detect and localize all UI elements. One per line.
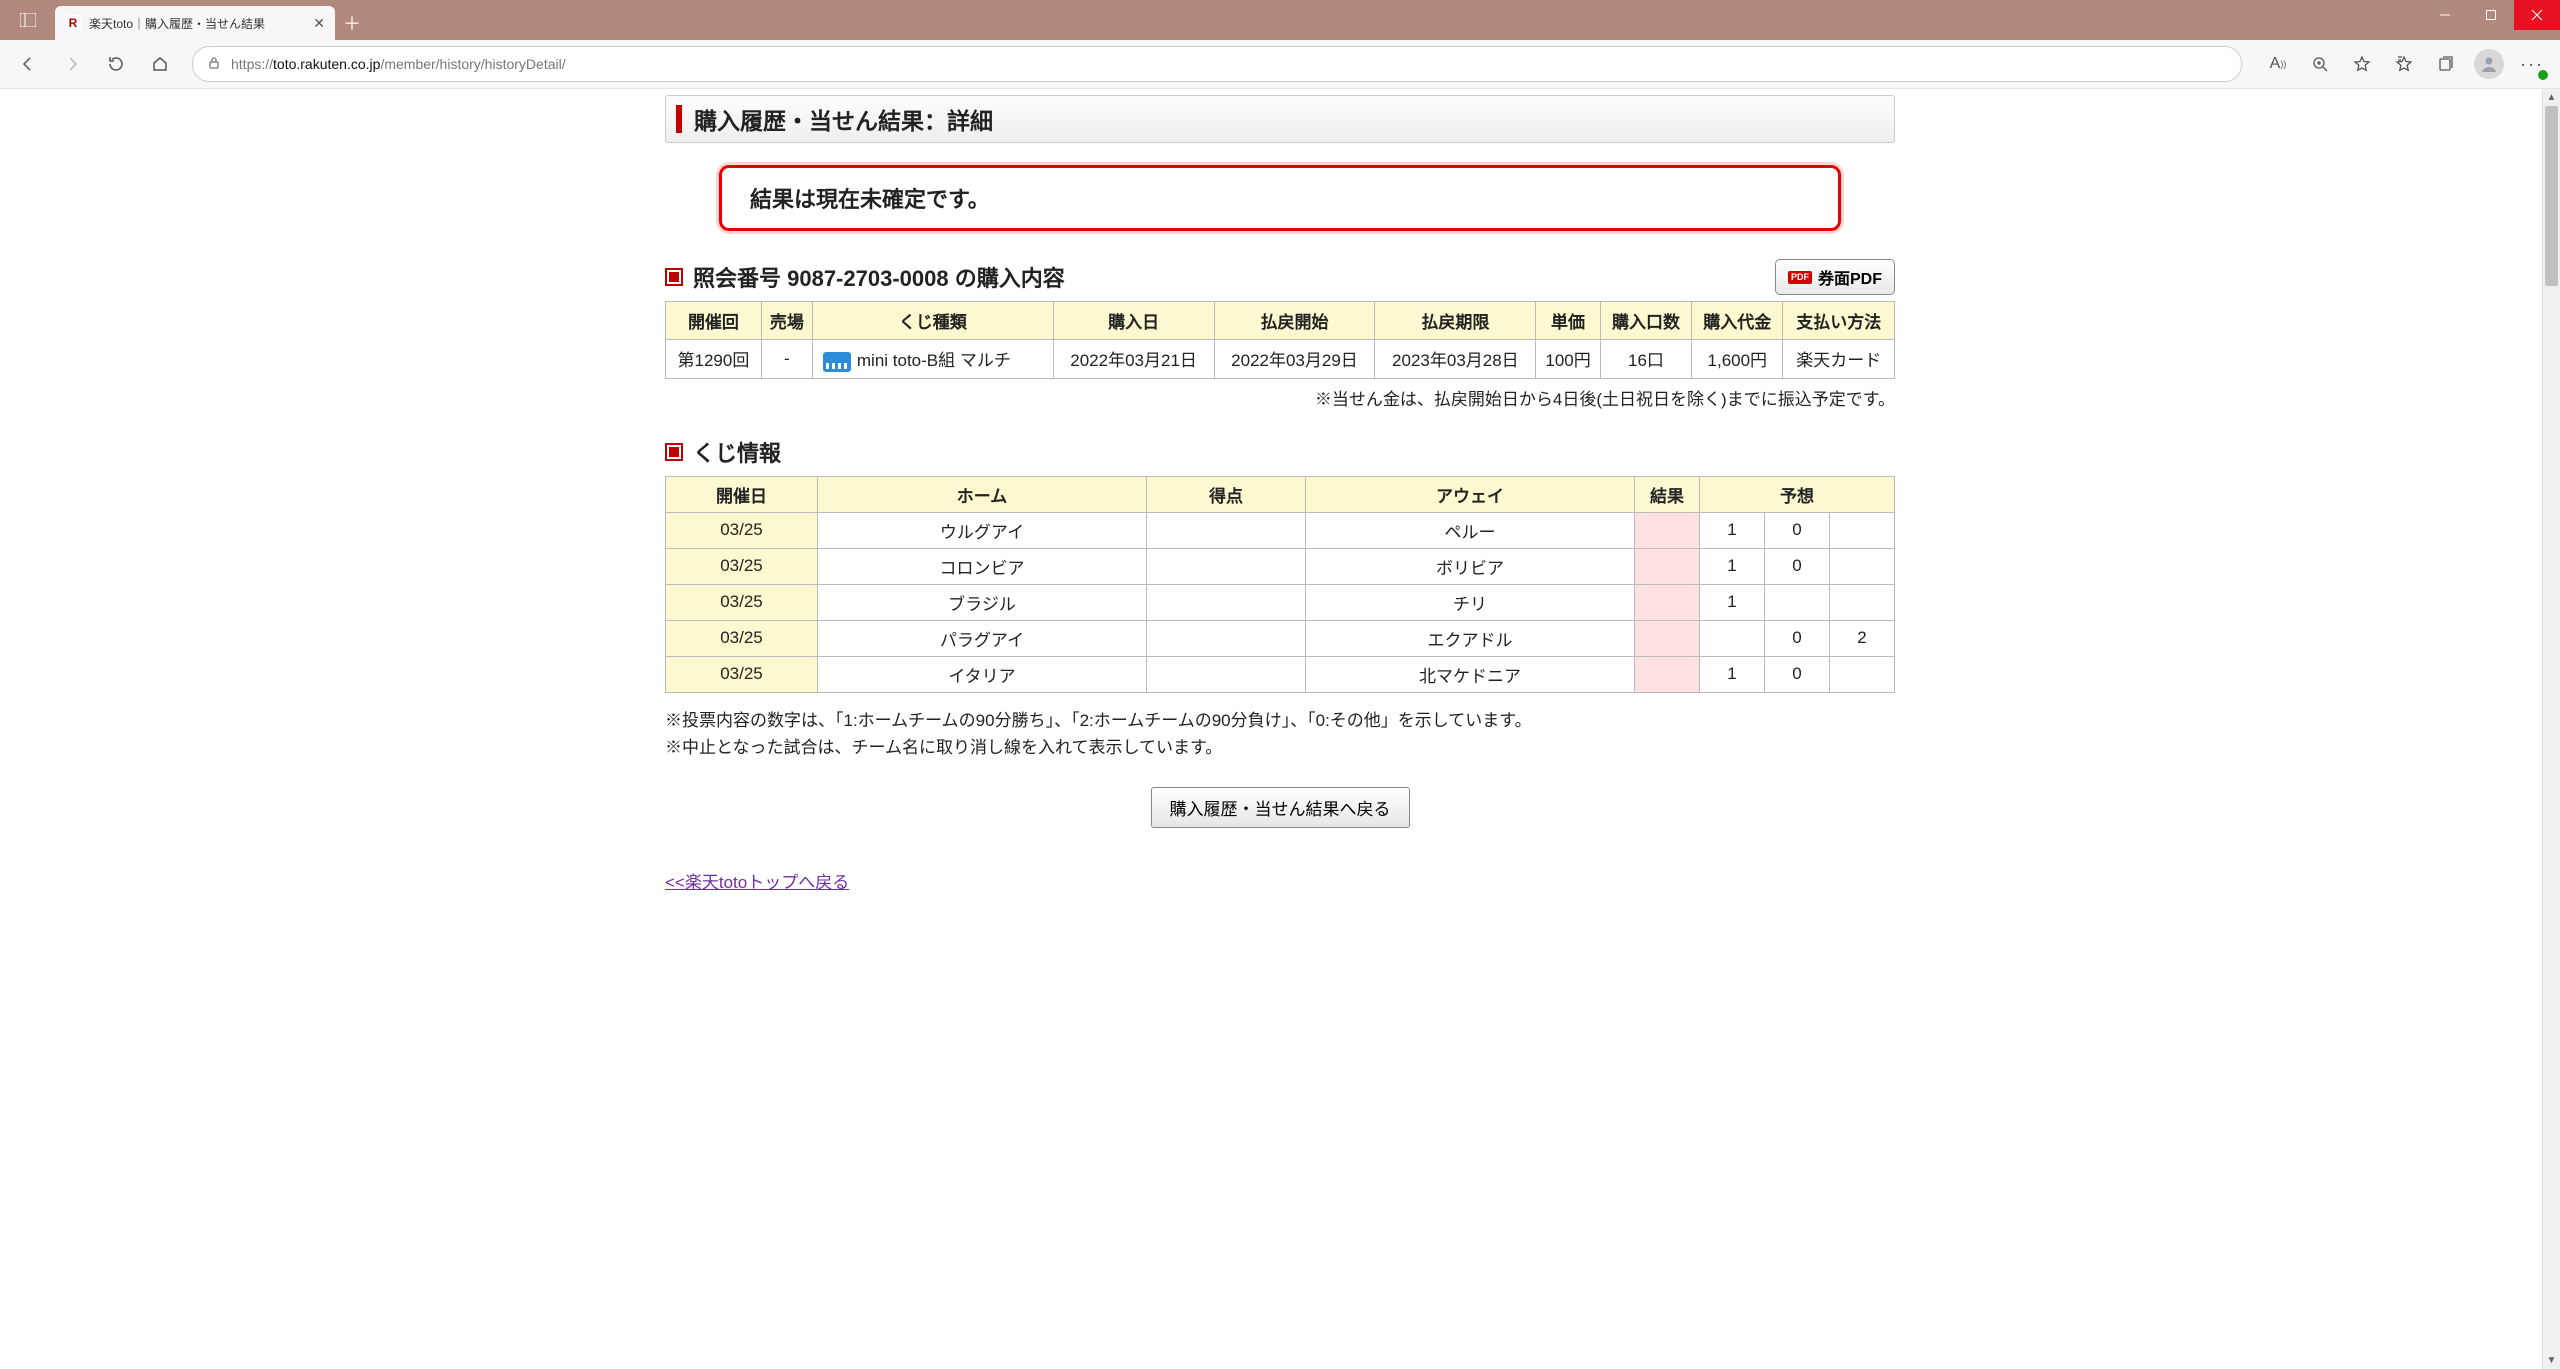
profile-button[interactable] [2474, 49, 2504, 79]
collections-button[interactable] [2426, 44, 2466, 84]
table-header: アウェイ [1306, 476, 1635, 512]
section-purchase-title: 照会番号 9087-2703-0008 の購入内容 [665, 261, 1065, 293]
page-header: 購入履歴・当せん結果：詳細 [665, 95, 1895, 143]
browser-tab[interactable]: R 楽天toto｜購入履歴・当せん結果 ✕ [55, 6, 335, 40]
square-bullet-icon [665, 443, 683, 461]
pdf-icon: PDF [1788, 271, 1812, 284]
browser-toolbar: https://toto.rakuten.co.jp/member/histor… [0, 40, 2560, 89]
mini-toto-icon [823, 352, 851, 372]
square-bullet-icon [665, 268, 683, 286]
window-minimize-button[interactable] [2422, 0, 2468, 30]
table-row: 03/25ウルグアイペルー10 [666, 512, 1895, 548]
update-indicator-icon [2537, 69, 2549, 81]
table-header: ホーム [818, 476, 1147, 512]
header-accent-bar [676, 105, 682, 133]
table-header: くじ種類 [812, 302, 1053, 340]
table-header: 支払い方法 [1783, 302, 1895, 340]
back-button[interactable] [8, 44, 48, 84]
result-notice: 結果は現在未確定です。 [719, 165, 1841, 231]
scroll-up-icon[interactable]: ▲ [2543, 89, 2560, 106]
refresh-button[interactable] [96, 44, 136, 84]
home-button[interactable] [140, 44, 180, 84]
table-header: 払戻期限 [1375, 302, 1536, 340]
ticket-pdf-button[interactable]: PDF 券面PDF [1775, 259, 1895, 295]
new-tab-button[interactable]: ＋ [335, 6, 369, 40]
tab-actions-button[interactable] [0, 0, 55, 40]
table-row: 03/25イタリア北マケドニア10 [666, 656, 1895, 692]
legend-text: ※投票内容の数字は、「1:ホームチームの90分勝ち」、「2:ホームチームの90分… [665, 707, 1895, 761]
zoom-button[interactable] [2300, 44, 2340, 84]
payout-note: ※当せん金は、払戻開始日から4日後(土日祝日を除く)までに振込予定です。 [665, 385, 1895, 410]
window-close-button[interactable] [2514, 0, 2560, 30]
back-history-button[interactable]: 購入履歴・当せん結果へ戻る [1151, 787, 1410, 828]
section-kuji-title: くじ情報 [665, 436, 1895, 468]
url-domain: toto.rakuten.co.jp [273, 56, 380, 72]
table-header: 売場 [761, 302, 812, 340]
scroll-down-icon[interactable]: ▼ [2543, 1352, 2560, 1369]
page-title: 購入履歴・当せん結果：詳細 [694, 102, 993, 136]
scrollbar-thumb[interactable] [2545, 106, 2558, 286]
favicon-icon: R [65, 15, 81, 31]
favorites-button[interactable] [2384, 44, 2424, 84]
table-header: 単価 [1536, 302, 1600, 340]
address-bar[interactable]: https://toto.rakuten.co.jp/member/histor… [192, 46, 2242, 82]
table-header: 予想 [1700, 476, 1895, 512]
table-row: 03/25パラグアイエクアドル02 [666, 620, 1895, 656]
url-prefix: https:// [231, 56, 273, 72]
vertical-scrollbar[interactable]: ▲ ▼ [2542, 89, 2560, 1369]
tab-close-icon[interactable]: ✕ [313, 15, 325, 32]
table-row: 第1290回 - mini toto-B組 マルチ 2022年03月21日 20… [666, 340, 1895, 379]
table-header: 払戻開始 [1214, 302, 1375, 340]
page-content: 購入履歴・当せん結果：詳細 結果は現在未確定です。 照会番号 9087-2703… [665, 89, 1895, 933]
read-aloud-button[interactable]: A)) [2258, 44, 2298, 84]
window-titlebar: R 楽天toto｜購入履歴・当せん結果 ✕ ＋ [0, 0, 2560, 40]
table-header: 購入日 [1053, 302, 1214, 340]
settings-menu-button[interactable]: ··· [2512, 44, 2552, 84]
table-header: 開催回 [666, 302, 762, 340]
lock-icon [207, 56, 221, 73]
favorites-add-button[interactable] [2342, 44, 2382, 84]
table-header: 結果 [1635, 476, 1700, 512]
forward-button [52, 44, 92, 84]
purchase-info-table: 開催回売場くじ種類購入日払戻開始払戻期限単価購入口数購入代金支払い方法 第129… [665, 301, 1895, 379]
tab-title: 楽天toto｜購入履歴・当せん結果 [89, 15, 305, 32]
table-row: 03/25ブラジルチリ1 [666, 584, 1895, 620]
top-link[interactable]: <<楽天totoトップへ戻る [665, 868, 849, 893]
table-header: 購入代金 [1692, 302, 1783, 340]
table-header: 得点 [1147, 476, 1306, 512]
window-maximize-button[interactable] [2468, 0, 2514, 30]
table-header: 購入口数 [1600, 302, 1691, 340]
table-header: 開催日 [666, 476, 818, 512]
kuji-table: 開催日ホーム得点アウェイ結果予想 03/25ウルグアイペルー1003/25コロン… [665, 476, 1895, 693]
url-path: /member/history/historyDetail/ [380, 56, 565, 72]
table-row: 03/25コロンビアボリビア10 [666, 548, 1895, 584]
